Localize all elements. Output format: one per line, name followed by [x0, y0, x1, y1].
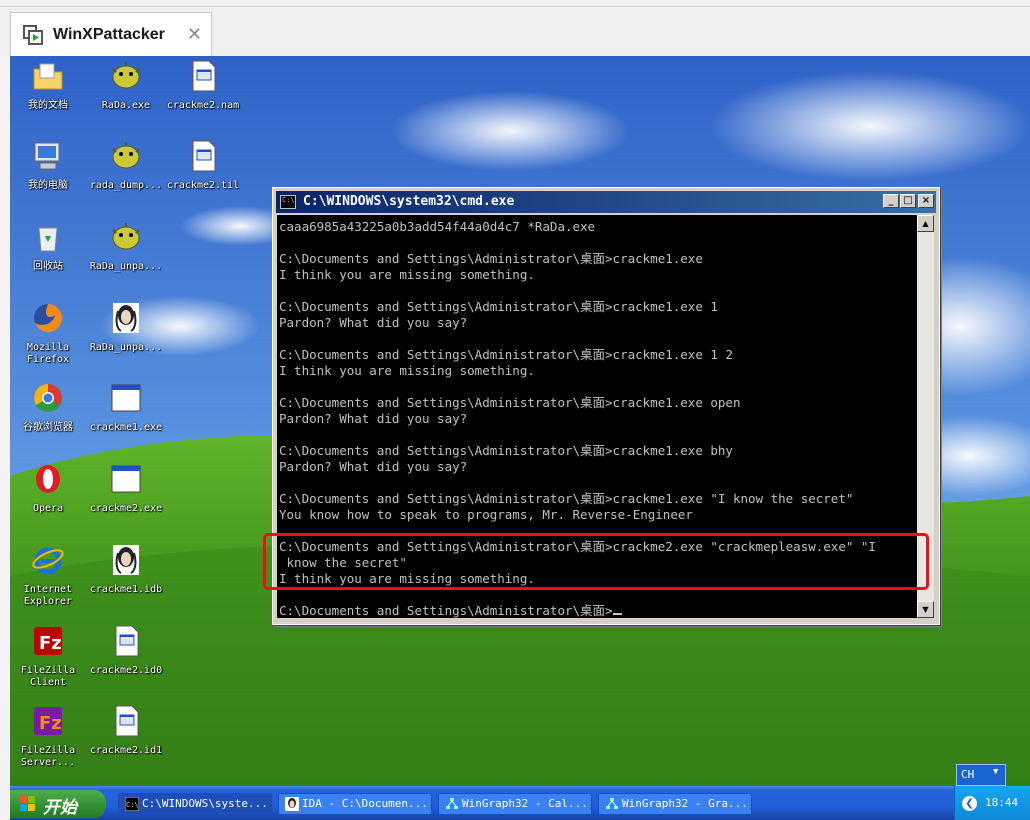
console-line: C:\Documents and Settings\Administrator\…	[279, 443, 733, 458]
desktop-icon-crackme2-til[interactable]: crackme2.til	[166, 139, 240, 192]
clock: 18:44	[985, 796, 1019, 809]
desktop-icon-crackme1-exe[interactable]: crackme1.exe	[88, 381, 164, 434]
minimize-button[interactable]: _	[883, 194, 899, 208]
console-line: Pardon? What did you say?	[279, 315, 468, 330]
desktop-icon-crackme2-id0[interactable]: crackme2.id0	[88, 624, 164, 677]
cmd-window-title: C:\WINDOWS\system32\cmd.exe	[303, 194, 515, 209]
filezilla-server-icon: Fz	[34, 707, 62, 735]
red-highlight-box	[263, 533, 929, 590]
console-line: Pardon? What did you say?	[279, 411, 468, 426]
console-line: C:\Documents and Settings\Administrator\…	[279, 299, 718, 314]
vm-icon	[23, 25, 43, 45]
ida-icon	[285, 797, 299, 811]
desktop-icon-rada-unpacked-idb[interactable]: RaDa_unpa...	[88, 301, 164, 354]
svg-text:Fz: Fz	[39, 713, 62, 734]
system-tray: ❮ 18:44	[954, 786, 1030, 820]
chrome-icon	[34, 384, 62, 412]
console-line: You know how to speak to programs, Mr. R…	[279, 507, 693, 522]
desktop-icon-my-computer[interactable]: 我的电脑	[10, 139, 86, 192]
svg-text:Fz: Fz	[39, 633, 62, 654]
desktop-icon-crackme1-idb[interactable]: crackme1.idb	[88, 543, 164, 596]
console-line: C:\Documents and Settings\Administrator\…	[279, 603, 613, 618]
pufferfish-icon	[112, 62, 140, 89]
console-line: C:\Documents and Settings\Administrator\…	[279, 395, 741, 410]
console-line: caaa6985a43225a0b3add54f44a0d4c7 *RaDa.e…	[279, 219, 596, 234]
opera-icon	[36, 465, 60, 493]
wingraph-icon	[446, 798, 458, 809]
desktop-icon-my-documents[interactable]: 我的文档	[10, 59, 86, 112]
desktop-icon-firefox[interactable]: Mozilla Firefox	[10, 301, 86, 366]
console-line: C:\Documents and Settings\Administrator\…	[279, 491, 854, 506]
desktop-icon-chrome[interactable]: 谷歌浏览器	[10, 381, 86, 434]
cmd-icon: C:\	[280, 195, 296, 209]
wingraph-icon	[606, 798, 618, 809]
desktop-icon-filezilla-client[interactable]: Fz FileZilla Client	[10, 624, 86, 689]
close-tab-icon[interactable]: ✕	[187, 24, 202, 45]
document-icon	[115, 705, 139, 737]
desktop-icon-recycle-bin[interactable]: 回收站	[10, 220, 86, 273]
host-vm-tab[interactable]: WinXPattacker ✕	[10, 12, 212, 56]
console-line: Pardon? What did you say?	[279, 459, 468, 474]
close-button[interactable]: ×	[918, 194, 934, 208]
my-computer-icon	[34, 142, 60, 170]
scroll-down-button[interactable]: ▼	[917, 601, 934, 618]
firefox-icon	[34, 303, 63, 332]
desktop-icon-rada-unpacked-exe[interactable]: RaDa_unpa...	[88, 220, 164, 273]
console-line: I think you are missing something.	[279, 267, 535, 282]
pufferfish-icon	[112, 142, 140, 169]
desktop-icon-crackme2-id1[interactable]: crackme2.id1	[88, 704, 164, 757]
desktop-icon-crackme2-nam[interactable]: crackme2.nam	[166, 59, 240, 112]
host-tab-bar: WinXPattacker ✕	[0, 0, 1030, 56]
taskbar-item-wingraph-graph[interactable]: WinGraph32 - Gra...	[598, 793, 752, 815]
document-icon	[192, 140, 216, 172]
taskbar-item-cmd[interactable]: C:\ C:\WINDOWS\syste...	[118, 793, 272, 815]
guest-screen: 我的文档 我的电脑 回收站 Mozilla Firefox 谷歌浏览器 Oper…	[10, 56, 1030, 820]
start-button[interactable]: 开始	[10, 790, 106, 818]
desktop-icon-rada-dump[interactable]: rada_dump...	[88, 139, 164, 192]
svg-text:C:\: C:\	[126, 801, 139, 809]
taskbar-item-wingraph-call[interactable]: WinGraph32 - Cal...	[438, 793, 592, 815]
exe-window-icon	[111, 384, 141, 412]
maximize-button[interactable]: □	[900, 194, 916, 208]
taskbar: 开始 C:\ C:\WINDOWS\syste... IDA - C:\Docum…	[10, 786, 1030, 820]
my-documents-folder-icon	[33, 63, 63, 90]
document-icon	[115, 625, 139, 657]
exe-window-icon	[111, 465, 141, 493]
desktop-icon-rada-exe[interactable]: RaDa.exe	[88, 59, 164, 112]
desktop-icon-internet-explorer[interactable]: Internet Explorer	[10, 543, 86, 608]
cmd-icon: C:\	[125, 797, 139, 811]
document-icon	[192, 60, 216, 92]
ida-database-icon	[113, 303, 139, 333]
windows-flag-icon	[20, 796, 35, 811]
console-line: C:\Documents and Settings\Administrator\…	[279, 251, 703, 266]
taskbar-item-ida[interactable]: IDA - C:\Documen...	[278, 793, 432, 815]
ida-database-icon	[113, 545, 139, 575]
filezilla-icon: Fz	[34, 627, 62, 655]
console-line: I think you are missing something.	[279, 363, 535, 378]
desktop-icon-crackme2-exe[interactable]: crackme2.exe	[88, 462, 164, 515]
desktop-icon-opera[interactable]: Opera	[10, 462, 86, 515]
internet-explorer-icon	[32, 547, 64, 575]
recycle-bin-icon	[38, 227, 58, 252]
show-hidden-icons-button[interactable]: ❮	[962, 796, 977, 811]
text-cursor	[612, 613, 622, 615]
language-bar[interactable]: CH ▼	[956, 764, 1006, 786]
scroll-up-button[interactable]: ▲	[917, 215, 934, 232]
cmd-title-bar[interactable]: C:\ C:\WINDOWS\system32\cmd.exe _ □ ×	[276, 191, 936, 213]
chevron-down-icon: ▼	[993, 767, 999, 777]
console-line: C:\Documents and Settings\Administrator\…	[279, 347, 733, 362]
pufferfish-icon	[112, 223, 140, 250]
host-tab-title: WinXPattacker	[53, 26, 165, 43]
desktop-icon-filezilla-server[interactable]: Fz FileZilla Server...	[10, 704, 86, 769]
